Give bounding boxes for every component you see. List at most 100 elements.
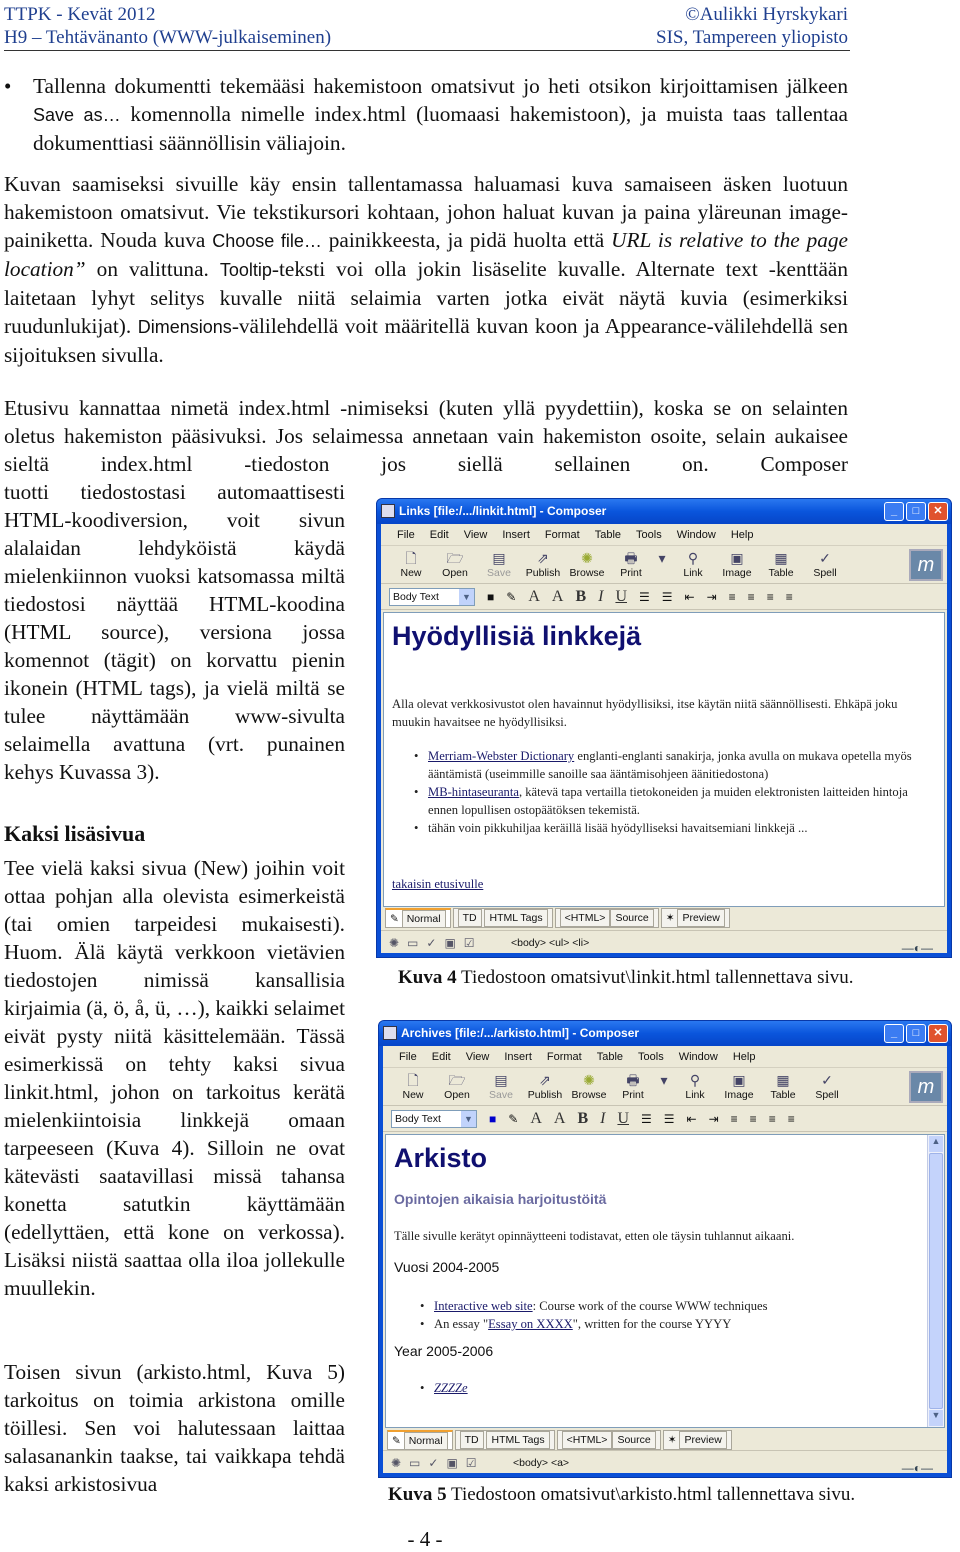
- outdent-icon[interactable]: ⇤: [687, 1112, 697, 1126]
- indent-icon[interactable]: ⇥: [709, 1112, 719, 1126]
- chevron-up-icon[interactable]: ▲: [929, 1136, 943, 1152]
- open-button[interactable]: 🗁 Open: [435, 1068, 479, 1105]
- justify-icon[interactable]: ≡: [788, 1112, 795, 1126]
- menu-tools[interactable]: Tools: [638, 1046, 664, 1067]
- maximize-button[interactable]: □: [906, 1024, 926, 1043]
- open-button[interactable]: 🗁 Open: [433, 546, 477, 583]
- underline-icon[interactable]: U: [615, 588, 627, 606]
- print-button[interactable]: 🖶 Print: [611, 1068, 655, 1105]
- close-button[interactable]: ✕: [928, 502, 948, 521]
- menu-view[interactable]: View: [464, 524, 488, 545]
- menu-help[interactable]: Help: [731, 524, 754, 545]
- spell-button[interactable]: ✓ Spell: [803, 546, 847, 583]
- image-button[interactable]: ▣ Image: [717, 1068, 761, 1105]
- spell-button[interactable]: ✓ Spell: [805, 1068, 849, 1105]
- menu-table[interactable]: Table: [595, 524, 621, 545]
- back-link[interactable]: takaisin etusivulle: [392, 875, 483, 893]
- tag-path[interactable]: <body> <a>: [513, 1457, 569, 1469]
- highlight-icon[interactable]: ✎: [506, 590, 516, 604]
- font-smaller-icon[interactable]: A: [528, 588, 540, 606]
- tab-normal[interactable]: ✎ Normal: [385, 908, 451, 928]
- link[interactable]: Essay on XXXX: [488, 1317, 573, 1331]
- menu-insert[interactable]: Insert: [502, 524, 530, 545]
- save-button[interactable]: ▤ Save: [477, 546, 521, 583]
- align-right-icon[interactable]: ≡: [767, 590, 774, 604]
- italic-icon[interactable]: I: [598, 588, 603, 606]
- tab-html-tags[interactable]: TD HTML Tags: [452, 908, 553, 928]
- tab-preview[interactable]: ✶ Preview: [662, 1430, 732, 1450]
- print-button[interactable]: 🖶 Print: [609, 546, 653, 583]
- link-button[interactable]: ⚲ Link: [673, 1068, 717, 1105]
- new-button[interactable]: 🗋 New: [391, 1068, 435, 1105]
- menu-view[interactable]: View: [466, 1046, 490, 1067]
- print-dropdown[interactable]: ▾: [655, 1068, 673, 1105]
- close-button[interactable]: ✕: [928, 1024, 948, 1043]
- font-larger-icon[interactable]: A: [552, 588, 564, 606]
- tab-preview[interactable]: ✶ Preview: [660, 908, 730, 928]
- menu-tools[interactable]: Tools: [636, 524, 662, 545]
- minimize-button[interactable]: _: [884, 502, 904, 521]
- bold-icon[interactable]: B: [577, 1110, 588, 1128]
- table-button[interactable]: ▦ Table: [761, 1068, 805, 1105]
- menu-insert[interactable]: Insert: [504, 1046, 532, 1067]
- menu-format[interactable]: Format: [547, 1046, 582, 1067]
- menu-format[interactable]: Format: [545, 524, 580, 545]
- link-button[interactable]: ⚲ Link: [671, 546, 715, 583]
- print-dropdown[interactable]: ▾: [653, 546, 671, 583]
- link[interactable]: Merriam-Webster Dictionary: [428, 749, 574, 763]
- editor-content[interactable]: Arkisto Opintojen aikaisia harjoitustöit…: [385, 1134, 945, 1428]
- menu-edit[interactable]: Edit: [432, 1046, 451, 1067]
- menu-file[interactable]: File: [397, 524, 415, 545]
- tab-source[interactable]: <HTML> Source: [554, 908, 659, 928]
- menu-edit[interactable]: Edit: [430, 524, 449, 545]
- bullet-list-icon[interactable]: ☰: [639, 590, 650, 604]
- link[interactable]: ZZZZe: [434, 1381, 468, 1395]
- bullet-list-icon[interactable]: ☰: [641, 1112, 652, 1126]
- paragraph-style-select[interactable]: Body Text ▼: [389, 587, 475, 606]
- justify-icon[interactable]: ≡: [786, 590, 793, 604]
- publish-button[interactable]: ⇗ Publish: [523, 1068, 567, 1105]
- indent-icon[interactable]: ⇥: [707, 590, 717, 604]
- minimize-button[interactable]: _: [884, 1024, 904, 1043]
- highlight-icon[interactable]: ✎: [508, 1112, 518, 1126]
- tag-path[interactable]: <body> <ul> <li>: [511, 937, 589, 949]
- numbered-list-icon[interactable]: ☰: [662, 590, 673, 604]
- align-center-icon[interactable]: ≡: [748, 590, 755, 604]
- font-larger-icon[interactable]: A: [554, 1110, 566, 1128]
- editor-content[interactable]: Hyödyllisiä linkkejä Alla olevat verkkos…: [383, 612, 945, 907]
- browse-button[interactable]: ✺ Browse: [567, 1068, 611, 1105]
- align-right-icon[interactable]: ≡: [769, 1112, 776, 1126]
- font-smaller-icon[interactable]: A: [530, 1110, 542, 1128]
- align-center-icon[interactable]: ≡: [750, 1112, 757, 1126]
- tab-source[interactable]: <HTML> Source: [556, 1430, 661, 1450]
- menu-help[interactable]: Help: [733, 1046, 756, 1067]
- tab-normal[interactable]: ✎ Normal: [387, 1430, 453, 1450]
- tab-html-tags[interactable]: TD HTML Tags: [454, 1430, 555, 1450]
- text-color-icon[interactable]: ■: [489, 1112, 496, 1126]
- scrollbar-thumb[interactable]: [929, 1153, 943, 1409]
- menu-table[interactable]: Table: [597, 1046, 623, 1067]
- align-left-icon[interactable]: ≡: [731, 1112, 738, 1126]
- link[interactable]: MB-hintaseuranta: [428, 785, 519, 799]
- paragraph-style-select[interactable]: Body Text ▼: [391, 1109, 477, 1128]
- menu-window[interactable]: Window: [679, 1046, 718, 1067]
- menu-file[interactable]: File: [399, 1046, 417, 1067]
- underline-icon[interactable]: U: [617, 1110, 629, 1128]
- maximize-button[interactable]: □: [906, 502, 926, 521]
- link[interactable]: Interactive web site: [434, 1299, 533, 1313]
- bold-icon[interactable]: B: [575, 588, 586, 606]
- outdent-icon[interactable]: ⇤: [685, 590, 695, 604]
- italic-icon[interactable]: I: [600, 1110, 605, 1128]
- browse-button[interactable]: ✺ Browse: [565, 546, 609, 583]
- chevron-down-icon[interactable]: ▼: [929, 1410, 943, 1426]
- menu-window[interactable]: Window: [677, 524, 716, 545]
- numbered-list-icon[interactable]: ☰: [664, 1112, 675, 1126]
- link[interactable]: takaisin etusivulle: [392, 877, 483, 891]
- align-left-icon[interactable]: ≡: [729, 590, 736, 604]
- publish-button[interactable]: ⇗ Publish: [521, 546, 565, 583]
- table-button[interactable]: ▦ Table: [759, 546, 803, 583]
- vertical-scrollbar[interactable]: ▲ ▼: [927, 1135, 944, 1427]
- image-button[interactable]: ▣ Image: [715, 546, 759, 583]
- slider-icon[interactable]: —◐—: [902, 1456, 933, 1480]
- save-button[interactable]: ▤ Save: [479, 1068, 523, 1105]
